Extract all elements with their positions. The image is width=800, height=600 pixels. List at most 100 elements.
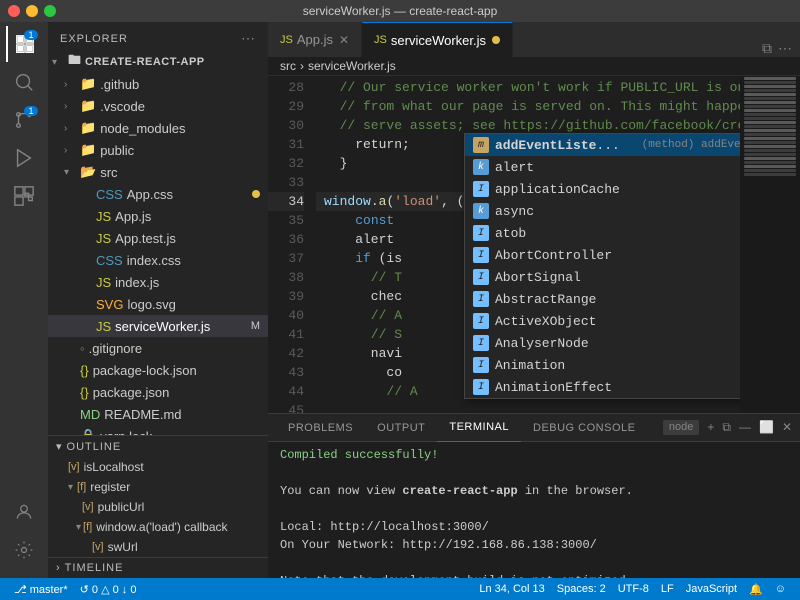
status-feedback[interactable]: ☺	[769, 583, 792, 595]
activity-git[interactable]: 1	[6, 102, 42, 138]
terminal-content[interactable]: Compiled successfully! You can now view …	[268, 442, 800, 578]
tree-item-logo-svg[interactable]: SVG logo.svg	[48, 293, 268, 315]
panel-tab-debug[interactable]: DEBUG CONSOLE	[521, 414, 647, 442]
terminal-line-0: Compiled successfully!	[280, 446, 788, 464]
explorer-badge: 1	[24, 30, 38, 40]
outline-item-window-load[interactable]: ▾ [f] window.a('load') callback	[48, 517, 268, 537]
outline-item-register[interactable]: ▾ [f] register	[48, 477, 268, 497]
status-encoding[interactable]: UTF-8	[612, 583, 655, 595]
file-tree: ▾ 🖿 CREATE-REACT-APP › 📁 .github › 📁 .vs…	[48, 51, 268, 435]
ac-item-10[interactable]: I Animation	[465, 354, 740, 376]
status-bell[interactable]: 🔔	[743, 583, 769, 596]
outline-item-swUrl[interactable]: [v] swUrl	[48, 537, 268, 557]
tree-item-app-css[interactable]: CSS App.css	[48, 183, 268, 205]
autocomplete-dropdown[interactable]: m addEventListe... (method) addEventList…	[464, 133, 740, 399]
add-terminal-icon[interactable]: +	[707, 420, 714, 435]
ac-item-11[interactable]: I AnimationEffect	[465, 376, 740, 398]
activity-bottom	[6, 494, 42, 578]
activity-extensions[interactable]	[6, 178, 42, 214]
tree-item-index-css[interactable]: CSS index.css	[48, 249, 268, 271]
panel-tab-terminal[interactable]: TERMINAL	[437, 414, 521, 442]
tree-item-public[interactable]: › 📁 public	[48, 139, 268, 161]
breadcrumb-file[interactable]: serviceWorker.js	[308, 59, 396, 73]
ac-icon-interface9: I	[473, 379, 489, 395]
terminal-line-2: You can now view create-react-app in the…	[280, 482, 788, 500]
tree-item-github[interactable]: › 📁 .github	[48, 73, 268, 95]
terminal-line-4: Local: http://localhost:3000/	[280, 518, 788, 536]
tree-item-node-modules[interactable]: › 📁 node_modules	[48, 117, 268, 139]
activity-account[interactable]	[6, 494, 42, 530]
ac-icon-interface2: I	[473, 225, 489, 241]
panel-close-icon[interactable]: ✕	[782, 420, 792, 435]
minimap	[740, 76, 800, 413]
tree-item-service-worker[interactable]: JS serviceWorker.js M	[48, 315, 268, 337]
ac-icon-method: m	[473, 137, 489, 153]
tab-actions: ⧉ ⋯	[762, 40, 800, 57]
ac-item-8[interactable]: I ActiveXObject	[465, 310, 740, 332]
sidebar: Explorer ⋯ ▾ 🖿 CREATE-REACT-APP › 📁 .git…	[48, 22, 268, 578]
activity-explorer[interactable]: 1	[6, 26, 42, 62]
ac-item-2[interactable]: I applicationCache	[465, 178, 740, 200]
status-position[interactable]: Ln 34, Col 13	[473, 583, 550, 595]
line-numbers: 28 29 30 31 32 33 34 35 36 37 38 39 40 4…	[268, 76, 316, 413]
tree-item-readme[interactable]: MD README.md	[48, 403, 268, 425]
ac-item-5[interactable]: I AbortController	[465, 244, 740, 266]
tree-item-root[interactable]: ▾ 🖿 CREATE-REACT-APP	[48, 51, 268, 73]
panel-minimize-icon[interactable]: —	[739, 420, 751, 435]
activity-debug[interactable]	[6, 140, 42, 176]
ac-item-3[interactable]: k async	[465, 200, 740, 222]
tab-close-app-js[interactable]: ✕	[339, 33, 349, 47]
outline-item-isLocalhost[interactable]: [v] isLocalhost	[48, 457, 268, 477]
sidebar-header-icons[interactable]: ⋯	[241, 30, 256, 47]
breadcrumb-src[interactable]: src	[280, 59, 296, 73]
tree-item-src[interactable]: ▾ 📂 src	[48, 161, 268, 183]
terminal-line-1	[280, 464, 788, 482]
timeline-header[interactable]: › Timeline	[48, 558, 268, 578]
status-git-branch[interactable]: ⎇ master*	[8, 578, 74, 600]
split-editor-icon[interactable]: ⧉	[762, 40, 772, 57]
tab-app-js[interactable]: JS App.js ✕	[268, 22, 362, 57]
node-label[interactable]: node	[663, 420, 699, 435]
editor-area: JS App.js ✕ JS serviceWorker.js ⧉ ⋯ src …	[268, 22, 800, 578]
ac-item-1[interactable]: k alert	[465, 156, 740, 178]
activity-search[interactable]	[6, 64, 42, 100]
status-line-ending[interactable]: LF	[655, 583, 680, 595]
timeline-section: › Timeline	[48, 557, 268, 578]
code-content[interactable]: // Our service worker won't work if PUBL…	[316, 76, 740, 413]
tree-item-package-lock[interactable]: {} package-lock.json	[48, 359, 268, 381]
outline-item-publicUrl[interactable]: [v] publicUrl	[48, 497, 268, 517]
status-spaces[interactable]: Spaces: 2	[551, 583, 612, 595]
ac-icon-interface4: I	[473, 269, 489, 285]
ac-item-0[interactable]: m addEventListe... (method) addEventList…	[465, 134, 740, 156]
panel-maximize-icon[interactable]: ⬜	[759, 420, 774, 435]
tree-item-gitignore[interactable]: ◦ .gitignore	[48, 337, 268, 359]
ac-item-4[interactable]: I atob	[465, 222, 740, 244]
split-terminal-icon[interactable]: ⧉	[722, 420, 731, 435]
status-sync[interactable]: ↺ 0 △ 0 ↓ 0	[74, 578, 143, 600]
ac-item-7[interactable]: I AbstractRange	[465, 288, 740, 310]
outline-header[interactable]: ▾ Outline	[48, 436, 268, 457]
ac-icon-interface5: I	[473, 291, 489, 307]
ac-item-6[interactable]: I AbortSignal	[465, 266, 740, 288]
maximize-button[interactable]	[44, 5, 56, 17]
tab-modified-badge	[492, 36, 500, 44]
tab-service-worker[interactable]: JS serviceWorker.js	[362, 22, 513, 57]
ac-item-9[interactable]: I AnalyserNode	[465, 332, 740, 354]
tree-item-index-js[interactable]: JS index.js	[48, 271, 268, 293]
status-language[interactable]: JavaScript	[680, 583, 743, 595]
ac-icon-interface7: I	[473, 335, 489, 351]
panel-tab-output[interactable]: OUTPUT	[365, 414, 437, 442]
git-badge: 1	[24, 106, 38, 116]
tree-item-app-js[interactable]: JS App.js	[48, 205, 268, 227]
activity-settings[interactable]	[6, 532, 42, 568]
more-tabs-icon[interactable]: ⋯	[778, 40, 792, 57]
status-right: Ln 34, Col 13 Spaces: 2 UTF-8 LF JavaScr…	[473, 583, 792, 596]
close-button[interactable]	[8, 5, 20, 17]
tree-item-package-json[interactable]: {} package.json	[48, 381, 268, 403]
minimize-button[interactable]	[26, 5, 38, 17]
terminal-line-3	[280, 500, 788, 518]
tree-item-yarn-lock[interactable]: 🔒 yarn.lock	[48, 425, 268, 435]
panel-tab-problems[interactable]: PROBLEMS	[276, 414, 365, 442]
tree-item-app-test[interactable]: JS App.test.js	[48, 227, 268, 249]
tree-item-vscode[interactable]: › 📁 .vscode	[48, 95, 268, 117]
